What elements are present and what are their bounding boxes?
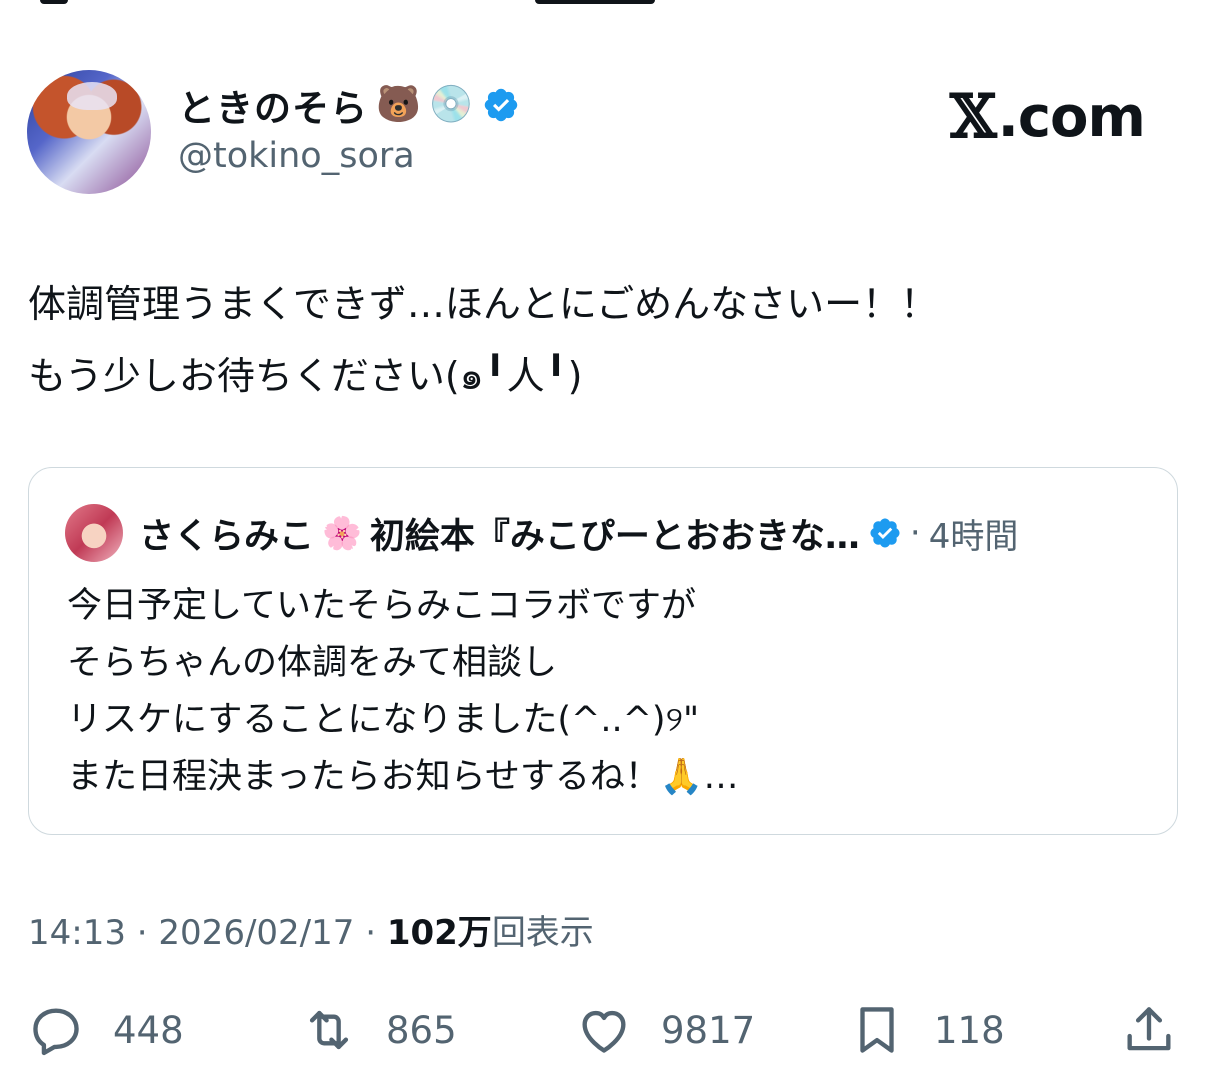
quoted-line: そらちゃんの体調をみて相談し	[67, 643, 558, 683]
post-date[interactable]: 2026/02/17	[158, 913, 354, 953]
repost-icon	[309, 1010, 349, 1050]
quoted-header: さくらみこ 🌸 初絵本『みこぴーとおおきな… · 4時間	[139, 508, 1018, 558]
views-label: 回表示	[491, 913, 594, 953]
meta-separator: ·	[136, 913, 148, 953]
tweet-text: 体調管理うまくできず…ほんとにごめんなさいー！！ もう少しお待ちください(๑╹人…	[28, 268, 938, 412]
bookmark-icon	[860, 1007, 894, 1053]
author-handle[interactable]: @tokino_sora	[178, 136, 415, 176]
quoted-name-suffix: 初絵本『みこぴーとおおきな…	[369, 516, 860, 557]
heart-icon	[582, 1010, 626, 1053]
quoted-line: また日程決まったらお知らせするね！🙏…	[67, 757, 739, 797]
share-button[interactable]	[1120, 995, 1178, 1065]
tweet-line: 体調管理うまくできず…ほんとにごめんなさいー！！	[28, 282, 939, 326]
share-icon	[1127, 1007, 1171, 1051]
meta-separator: ·	[365, 913, 377, 953]
tweet-line: もう少しお待ちください(๑╹人╹)	[28, 354, 583, 398]
cropped-top-text	[0, 0, 1206, 8]
quoted-text: 今日予定していたそらみこコラボですが そらちゃんの体調をみて相談し リスケにする…	[67, 578, 738, 806]
bookmark-count: 118	[934, 1008, 1005, 1052]
quoted-separator: ·	[909, 513, 921, 553]
cherry-blossom-emoji: 🌸	[322, 514, 362, 552]
bear-emoji: 🐻	[376, 84, 421, 125]
x-brand-logo: 𝕏 .com	[950, 82, 1146, 152]
quoted-line: 今日予定していたそらみこコラボですが	[67, 586, 696, 626]
x-logo-icon: 𝕏	[950, 82, 997, 152]
reply-count: 448	[113, 1008, 184, 1052]
x-logo-text: .com	[997, 84, 1146, 150]
quoted-line: リスケにすることになりました(^..^)୨"	[67, 700, 700, 740]
reply-button[interactable]: 448	[27, 995, 184, 1065]
verified-badge-icon	[484, 88, 517, 122]
reply-icon	[33, 1008, 79, 1056]
like-count: 9817	[661, 1008, 756, 1052]
disc-emoji: 💿	[428, 84, 474, 125]
quoted-author-avatar[interactable]	[65, 504, 123, 562]
views-count: 102万	[386, 913, 492, 953]
post-time[interactable]: 14:13	[28, 913, 126, 953]
quoted-tweet-card[interactable]: さくらみこ 🌸 初絵本『みこぴーとおおきな… · 4時間 今日予定していたそらみ…	[28, 467, 1178, 835]
like-button[interactable]: 9817	[575, 995, 755, 1065]
author-display-name[interactable]: ときのそら	[178, 78, 368, 132]
author-avatar[interactable]	[27, 70, 151, 194]
quoted-timestamp[interactable]: 4時間	[929, 509, 1019, 558]
repost-count: 865	[386, 1008, 457, 1052]
quoted-display-name: さくらみこ	[139, 516, 315, 557]
action-bar: 448 865 9817 118	[0, 995, 1206, 1065]
bookmark-button[interactable]: 118	[848, 995, 1005, 1065]
tweet-meta: 14:13 · 2026/02/17 · 102万回表示	[28, 905, 594, 954]
author-name-row[interactable]: ときのそら 🐻 💿	[178, 80, 520, 130]
quoted-verified-badge-icon	[870, 518, 900, 548]
repost-button[interactable]: 865	[300, 995, 457, 1065]
